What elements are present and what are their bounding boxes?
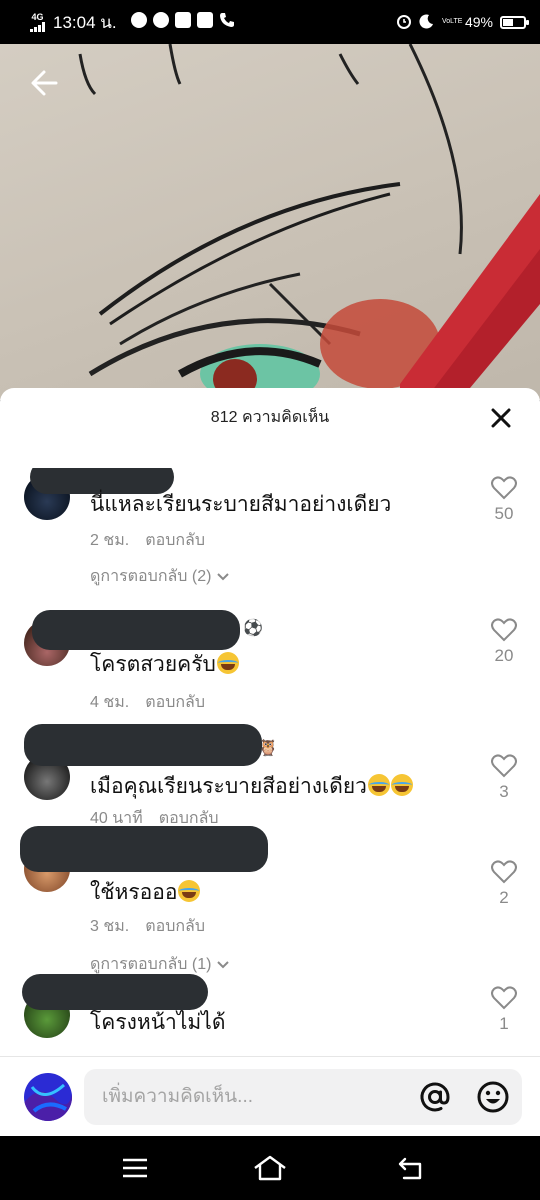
view-replies-label: ดูการตอบกลับ (2): [90, 568, 212, 585]
comment-text-content: เมือคุณเรียนระบายสีอย่างเดียว: [90, 775, 367, 798]
mention-button[interactable]: [418, 1080, 452, 1114]
sheet-header: 812 ความคิดเห็น: [0, 388, 540, 446]
like-button[interactable]: 2: [480, 860, 528, 908]
chevron-down-icon: [217, 960, 230, 968]
redacted-username: [20, 826, 268, 872]
heart-icon: [491, 476, 517, 500]
arrow-left-icon: [31, 70, 58, 96]
close-icon: [491, 408, 511, 428]
alarm-icon: [396, 13, 412, 32]
drawing-illustration: [78, 44, 540, 400]
at-sign-icon: [420, 1082, 450, 1112]
comment-item: ใช้หรอออ 3 ชม. ตอบกลับ ดูการตอบกลับ (1) …: [0, 826, 540, 980]
home-icon: [254, 1155, 286, 1181]
comment-text: เมือคุณเรียนระบายสีอย่างเดียว: [90, 770, 413, 803]
comment-text-content: ใช้หรอออ: [90, 881, 178, 904]
chevron-down-icon: [217, 572, 230, 580]
laughing-emoji-icon: [367, 774, 390, 796]
like-count: 3: [499, 782, 509, 801]
reply-button[interactable]: ตอบกลับ: [145, 914, 205, 939]
comment-meta: 3 ชม. ตอบกลับ: [90, 914, 205, 939]
phone-icon: [219, 12, 235, 33]
like-button[interactable]: 1: [480, 986, 528, 1034]
reply-button[interactable]: ตอบกลับ: [145, 528, 205, 553]
username-emoji: ⚽: [243, 620, 263, 637]
redacted-username: [22, 974, 208, 1010]
view-replies-button[interactable]: ดูการตอบกลับ (2): [90, 564, 231, 589]
heart-icon: [491, 986, 517, 1010]
comment-item: นี่แหละเรียนระบายสีมาอย่างเดียว 2 ชม. ตอ…: [0, 468, 540, 608]
my-avatar: [24, 1073, 72, 1121]
comment-input[interactable]: [102, 1069, 402, 1125]
redacted-username: [24, 724, 262, 766]
heart-icon: [491, 860, 517, 884]
comment-count-title: 812 ความคิดเห็น: [210, 408, 330, 426]
game-icon: [196, 11, 213, 28]
message-icon: [130, 11, 147, 28]
back-button[interactable]: [26, 66, 66, 100]
like-count: 20: [494, 646, 514, 665]
comment-text: โครตสวยครับ: [90, 648, 239, 681]
like-button[interactable]: 50: [480, 476, 528, 524]
battery-icon: [500, 15, 529, 29]
menu-icon: [123, 1158, 147, 1178]
heart-icon: [491, 754, 517, 778]
comment-time: 4 ชม.: [90, 694, 130, 711]
comment-text-content: โครตสวยครับ: [90, 653, 216, 676]
status-bar: 4G 13:04 น. VoLTE 49%: [0, 0, 540, 44]
laughing-emoji-icon: [216, 652, 239, 674]
laughing-emoji-icon: [390, 774, 413, 796]
laughing-emoji-icon: [178, 880, 201, 902]
heart-icon: [491, 618, 517, 642]
comment-meta: 4 ชม. ตอบกลับ: [90, 690, 205, 715]
comment-input-bar: [0, 1056, 540, 1136]
reply-button[interactable]: ตอบกลับ: [145, 690, 205, 715]
system-navigation-bar: [0, 1136, 540, 1200]
comments-sheet: 812 ความคิดเห็น นี่แหละเรียนระบายสีมาอย่…: [0, 388, 540, 1136]
comment-item: 🦉 เมือคุณเรียนระบายสีอย่างเดียว 40 นาที …: [0, 724, 540, 834]
battery-percent: 49%: [464, 14, 493, 30]
network-type: 4G: [31, 11, 44, 22]
messenger-icon: [152, 11, 169, 28]
smiley-icon: [477, 1081, 509, 1113]
comment-meta: 2 ชม. ตอบกลับ: [90, 528, 205, 553]
moon-icon: [419, 13, 435, 32]
volte-icon: VoLTE: [441, 18, 463, 25]
youtube-icon: [174, 11, 191, 28]
comment-text: ใช้หรอออ: [90, 876, 201, 909]
like-count: 1: [499, 1014, 509, 1033]
comment-item: ⚽ โครตสวยครับ 4 ชม. ตอบกลับ 20: [0, 610, 540, 738]
comment-time: 3 ชม.: [90, 918, 130, 935]
signal-icon: 4G: [30, 11, 45, 32]
comment-item: โครงหน้าไม่ได้ 1: [0, 974, 540, 1053]
redacted-username: [32, 610, 240, 650]
close-button[interactable]: [490, 407, 512, 429]
recent-apps-button[interactable]: [120, 1154, 150, 1182]
comment-input-container[interactable]: [84, 1069, 522, 1125]
clock: 13:04 น.: [53, 12, 117, 32]
comment-list[interactable]: นี่แหละเรียนระบายสีมาอย่างเดียว 2 ชม. ตอ…: [0, 468, 540, 1053]
comment-text: นี่แหละเรียนระบายสีมาอย่างเดียว: [90, 493, 392, 516]
comment-text: โครงหน้าไม่ได้: [90, 1011, 226, 1034]
comment-time: 2 ชม.: [90, 532, 130, 549]
back-nav-button[interactable]: [396, 1154, 426, 1182]
video-background[interactable]: [0, 44, 540, 400]
like-button[interactable]: 20: [480, 618, 528, 666]
emoji-button[interactable]: [476, 1080, 510, 1114]
home-button[interactable]: [252, 1154, 288, 1182]
like-button[interactable]: 3: [480, 754, 528, 802]
username-emoji: 🦉: [258, 740, 278, 757]
like-count: 50: [494, 504, 514, 523]
like-count: 2: [499, 888, 509, 907]
return-icon: [398, 1157, 422, 1180]
